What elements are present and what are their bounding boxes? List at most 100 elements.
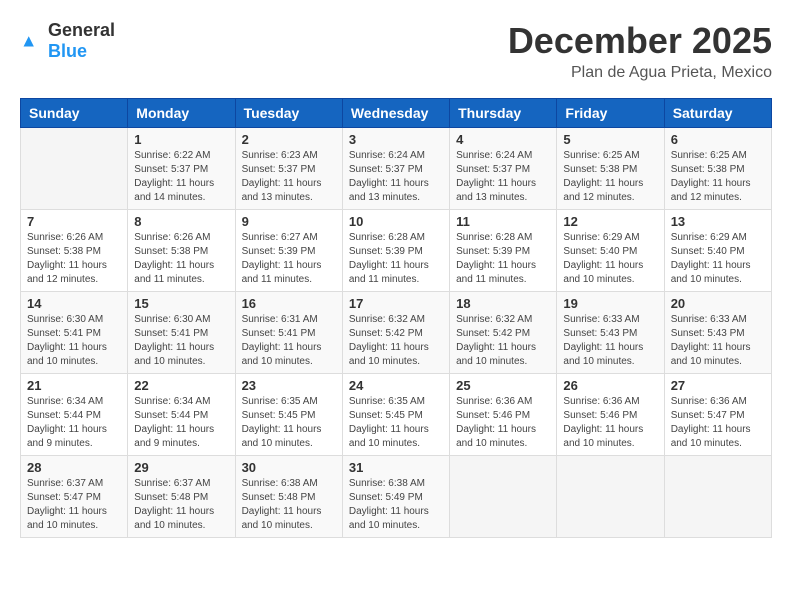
day-number: 19 [563,296,657,311]
page-header: ▲ General Blue December 2025 Plan de Agu… [20,20,772,82]
day-number: 10 [349,214,443,229]
calendar-cell: 1Sunrise: 6:22 AM Sunset: 5:37 PM Daylig… [128,128,235,210]
day-info: Sunrise: 6:26 AM Sunset: 5:38 PM Dayligh… [134,231,228,287]
weekday-header-saturday: Saturday [664,99,771,128]
calendar-table: SundayMondayTuesdayWednesdayThursdayFrid… [20,98,772,538]
day-number: 15 [134,296,228,311]
calendar-cell: 26 Sunrise: 6:36 AM Sunset: 5:46 PM Dayli… [557,374,664,456]
day-info: Sunrise: 6:22 AM Sunset: 5:37 PM Dayligh… [134,149,228,205]
calendar-cell: 12 Sunrise: 6:29 AM Sunset: 5:40 PM Dayli… [557,210,664,292]
calendar-cell: 5 Sunrise: 6:25 AM Sunset: 5:38 PM Daylig… [557,128,664,210]
calendar-cell [664,456,771,538]
location-title: Plan de Agua Prieta, Mexico [508,64,772,82]
day-info: Sunrise: 6:29 AM Sunset: 5:40 PM Dayligh… [671,231,765,287]
calendar-week-row: 1Sunrise: 6:22 AM Sunset: 5:37 PM Daylig… [21,128,772,210]
calendar-week-row: 21 Sunrise: 6:34 AM Sunset: 5:44 PM Dayli… [21,374,772,456]
day-info: Sunrise: 6:36 AM Sunset: 5:47 PM Dayligh… [671,395,765,451]
day-number: 22 [134,378,228,393]
month-title: December 2025 [508,20,772,62]
day-number: 25 [456,378,550,393]
day-info: Sunrise: 6:33 AM Sunset: 5:43 PM Dayligh… [563,313,657,369]
calendar-cell: 8Sunrise: 6:26 AM Sunset: 5:38 PM Daylig… [128,210,235,292]
day-info: Sunrise: 6:25 AM Sunset: 5:38 PM Dayligh… [563,149,657,205]
calendar-cell: 4 Sunrise: 6:24 AM Sunset: 5:37 PM Daylig… [450,128,557,210]
day-number: 24 [349,378,443,393]
day-number: 18 [456,296,550,311]
calendar-cell: 20Sunrise: 6:33 AM Sunset: 5:43 PM Dayli… [664,292,771,374]
day-info: Sunrise: 6:30 AM Sunset: 5:41 PM Dayligh… [27,313,121,369]
day-info: Sunrise: 6:36 AM Sunset: 5:46 PM Dayligh… [563,395,657,451]
day-number: 2 [242,132,336,147]
calendar-cell: 30 Sunrise: 6:38 AM Sunset: 5:48 PM Dayli… [235,456,342,538]
day-number: 14 [27,296,121,311]
calendar-cell: 3 Sunrise: 6:24 AM Sunset: 5:37 PM Daylig… [342,128,449,210]
day-number: 3 [349,132,443,147]
day-info: Sunrise: 6:35 AM Sunset: 5:45 PM Dayligh… [349,395,443,451]
day-number: 11 [456,214,550,229]
logo-text-general: General [48,20,115,40]
day-info: Sunrise: 6:32 AM Sunset: 5:42 PM Dayligh… [456,313,550,369]
weekday-header-wednesday: Wednesday [342,99,449,128]
day-number: 4 [456,132,550,147]
calendar-week-row: 7 Sunrise: 6:26 AM Sunset: 5:38 PM Daylig… [21,210,772,292]
day-number: 21 [27,378,121,393]
calendar-cell: 16Sunrise: 6:31 AM Sunset: 5:41 PM Dayli… [235,292,342,374]
day-number: 31 [349,460,443,475]
weekday-header-thursday: Thursday [450,99,557,128]
day-number: 16 [242,296,336,311]
day-info: Sunrise: 6:24 AM Sunset: 5:37 PM Dayligh… [456,149,550,205]
logo-icon: ▲ [20,29,44,53]
calendar-cell: 11 Sunrise: 6:28 AM Sunset: 5:39 PM Dayli… [450,210,557,292]
calendar-cell: 24 Sunrise: 6:35 AM Sunset: 5:45 PM Dayli… [342,374,449,456]
calendar-cell: 10 Sunrise: 6:28 AM Sunset: 5:39 PM Dayli… [342,210,449,292]
weekday-header-row: SundayMondayTuesdayWednesdayThursdayFrid… [21,99,772,128]
day-number: 6 [671,132,765,147]
day-info: Sunrise: 6:36 AM Sunset: 5:46 PM Dayligh… [456,395,550,451]
calendar-cell: 21Sunrise: 6:34 AM Sunset: 5:44 PM Dayli… [21,374,128,456]
day-number: 23 [242,378,336,393]
title-area: December 2025 Plan de Agua Prieta, Mexic… [508,20,772,82]
day-number: 9 [242,214,336,229]
day-info: Sunrise: 6:28 AM Sunset: 5:39 PM Dayligh… [456,231,550,287]
calendar-cell: 28Sunrise: 6:37 AM Sunset: 5:47 PM Dayli… [21,456,128,538]
calendar-cell: 23 Sunrise: 6:35 AM Sunset: 5:45 PM Dayli… [235,374,342,456]
day-info: Sunrise: 6:26 AM Sunset: 5:38 PM Dayligh… [27,231,121,287]
day-info: Sunrise: 6:30 AM Sunset: 5:41 PM Dayligh… [134,313,228,369]
day-info: Sunrise: 6:37 AM Sunset: 5:47 PM Dayligh… [27,477,121,533]
calendar-cell [21,128,128,210]
calendar-cell: 14 Sunrise: 6:30 AM Sunset: 5:41 PM Dayli… [21,292,128,374]
calendar-cell: 15 Sunrise: 6:30 AM Sunset: 5:41 PM Dayli… [128,292,235,374]
logo-text-blue: Blue [48,41,87,61]
day-info: Sunrise: 6:35 AM Sunset: 5:45 PM Dayligh… [242,395,336,451]
calendar-week-row: 14 Sunrise: 6:30 AM Sunset: 5:41 PM Dayli… [21,292,772,374]
day-number: 17 [349,296,443,311]
day-number: 30 [242,460,336,475]
day-number: 7 [27,214,121,229]
day-info: Sunrise: 6:34 AM Sunset: 5:44 PM Dayligh… [134,395,228,451]
weekday-header-sunday: Sunday [21,99,128,128]
calendar-cell: 22 Sunrise: 6:34 AM Sunset: 5:44 PM Dayli… [128,374,235,456]
calendar-cell: 17Sunrise: 6:32 AM Sunset: 5:42 PM Dayli… [342,292,449,374]
calendar-cell [557,456,664,538]
day-number: 26 [563,378,657,393]
day-info: Sunrise: 6:29 AM Sunset: 5:40 PM Dayligh… [563,231,657,287]
day-number: 5 [563,132,657,147]
calendar-cell: 9Sunrise: 6:27 AM Sunset: 5:39 PM Daylig… [235,210,342,292]
weekday-header-friday: Friday [557,99,664,128]
day-info: Sunrise: 6:38 AM Sunset: 5:48 PM Dayligh… [242,477,336,533]
day-info: Sunrise: 6:28 AM Sunset: 5:39 PM Dayligh… [349,231,443,287]
day-number: 29 [134,460,228,475]
day-number: 12 [563,214,657,229]
calendar-week-row: 28Sunrise: 6:37 AM Sunset: 5:47 PM Dayli… [21,456,772,538]
day-number: 27 [671,378,765,393]
calendar-cell: 27 Sunrise: 6:36 AM Sunset: 5:47 PM Dayli… [664,374,771,456]
day-number: 20 [671,296,765,311]
calendar-cell: 6 Sunrise: 6:25 AM Sunset: 5:38 PM Daylig… [664,128,771,210]
day-info: Sunrise: 6:24 AM Sunset: 5:37 PM Dayligh… [349,149,443,205]
calendar-cell [450,456,557,538]
day-info: Sunrise: 6:25 AM Sunset: 5:38 PM Dayligh… [671,149,765,205]
day-number: 13 [671,214,765,229]
calendar-cell: 31Sunrise: 6:38 AM Sunset: 5:49 PM Dayli… [342,456,449,538]
calendar-cell: 18 Sunrise: 6:32 AM Sunset: 5:42 PM Dayli… [450,292,557,374]
weekday-header-monday: Monday [128,99,235,128]
